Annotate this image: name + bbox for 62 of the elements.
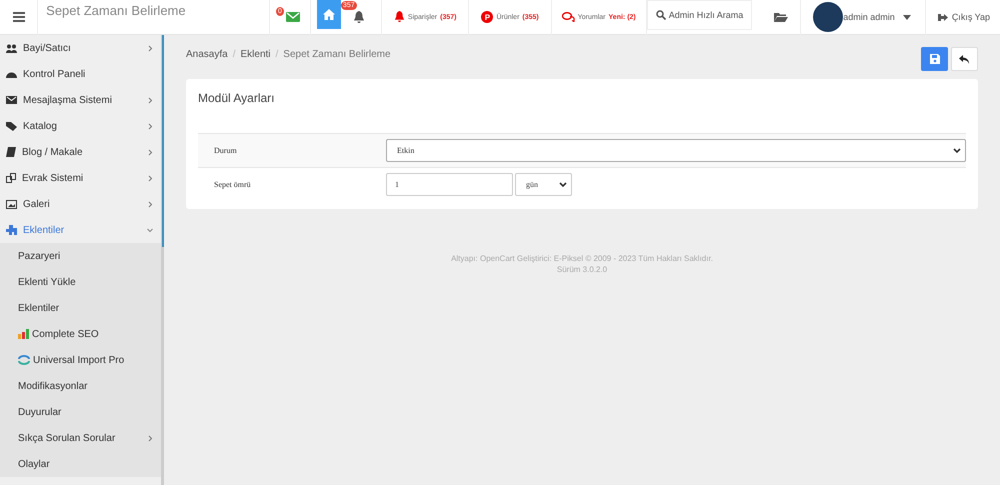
- submenu-item[interactable]: Eklenti Yükle: [0, 269, 161, 295]
- home-icon: [322, 9, 335, 20]
- comments-icon: [562, 12, 575, 22]
- avatar[interactable]: [813, 2, 844, 32]
- save-icon: [930, 54, 940, 64]
- submenu-item[interactable]: Olaylar: [0, 451, 161, 477]
- chevron-down-icon: [559, 182, 567, 188]
- envelope-icon[interactable]: [286, 12, 300, 22]
- sidebar-item[interactable]: Kontrol Paneli: [0, 61, 161, 87]
- users-icon: [6, 44, 17, 52]
- status-dropdown[interactable]: Etkin: [386, 139, 966, 162]
- folder-icon[interactable]: [774, 12, 788, 22]
- logout-link[interactable]: Çıkış Yap: [952, 12, 990, 22]
- search-button[interactable]: Admin Hızlı Arama: [646, 0, 752, 30]
- breadcrumb-separator: /: [232, 49, 236, 60]
- submenu-item[interactable]: Sıkça Sorulan Sorular: [0, 425, 161, 451]
- sidebar-item[interactable]: Galeri: [0, 191, 161, 217]
- panel-title: Modül Ayarları: [198, 91, 276, 105]
- tag-icon: [6, 122, 17, 130]
- field-label: Sepet ömrü: [213, 180, 252, 189]
- input-field[interactable]: 1: [386, 173, 513, 196]
- save-button[interactable]: [921, 47, 948, 71]
- search-icon: [656, 10, 666, 20]
- sidebar-item[interactable]: Evrak Sistemi: [0, 165, 161, 191]
- submenu-item[interactable]: Pazaryeri: [0, 243, 161, 269]
- field-label: Durum: [213, 146, 238, 155]
- unit-dropdown[interactable]: gün: [515, 173, 572, 196]
- sidebar-item[interactable]: Katalog: [0, 113, 161, 139]
- user-menu[interactable]: admin admin: [843, 12, 895, 22]
- submenu-item[interactable]: Modifikasyonlar: [0, 373, 161, 399]
- bar-chart-icon: [18, 329, 29, 339]
- files-icon: [6, 173, 16, 183]
- sidebar-item[interactable]: Mesajlaşma Sistemi: [0, 87, 161, 113]
- book-icon: [6, 147, 16, 157]
- bell-icon: [394, 11, 405, 23]
- submenu-item[interactable]: Complete SEO: [0, 321, 161, 347]
- sidebar-item[interactable]: Eklentiler: [0, 217, 161, 243]
- envelope-icon: [6, 96, 17, 104]
- sync-icon: [18, 355, 30, 365]
- back-button[interactable]: [951, 47, 978, 71]
- breadcrumb-current: Sepet Zamanı Belirleme: [283, 49, 391, 60]
- footer-version: Sürüm 3.0.2.0: [556, 264, 608, 275]
- breadcrumb-link[interactable]: Eklenti: [240, 49, 270, 60]
- sidebar-item[interactable]: Blog / Makale: [0, 139, 161, 165]
- sidebar-item[interactable]: Bayi/Satıcı: [0, 35, 161, 61]
- bell-icon[interactable]: [352, 10, 365, 24]
- dashboard-icon: [6, 70, 17, 78]
- breadcrumb-link[interactable]: Anasayfa: [186, 49, 228, 60]
- puzzle-icon: [6, 225, 17, 235]
- submenu-item[interactable]: Universal Import Pro: [0, 347, 161, 373]
- footer-credit: Altyapı: OpenCart Geliştirici: E-Piksel © 2009 - 2023 Tüm Hakları Saklıdır.: [450, 253, 714, 264]
- product-icon: P: [481, 11, 494, 23]
- image-icon: [6, 200, 17, 208]
- home-button[interactable]: [317, 0, 341, 29]
- chevron-down-icon: [953, 148, 961, 154]
- submenu-item[interactable]: Eklentiler: [0, 295, 161, 321]
- caret-icon[interactable]: [902, 14, 911, 20]
- submenu-item[interactable]: Duyurular: [0, 399, 161, 425]
- sign-out-icon[interactable]: [938, 12, 948, 22]
- breadcrumb-separator: /: [276, 49, 278, 60]
- menu-icon[interactable]: [12, 12, 25, 22]
- back-arrow-icon: [959, 54, 970, 64]
